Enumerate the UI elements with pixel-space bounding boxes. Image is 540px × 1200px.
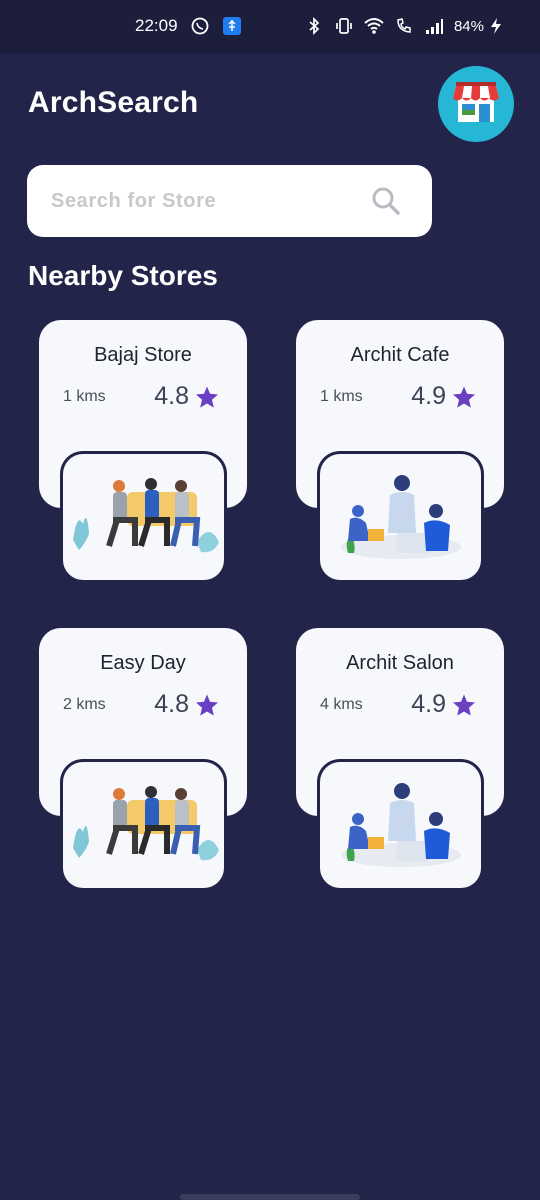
battery-percent: 84% (453, 17, 484, 35)
storefront-icon (453, 80, 499, 129)
store-avatar-button[interactable] (438, 66, 514, 142)
app-title: ArchSearch (28, 86, 199, 119)
search-input[interactable] (51, 181, 351, 221)
team-meeting-illustration (320, 454, 481, 580)
rating-value: 4.8 (154, 690, 189, 718)
status-right: 84% (304, 16, 506, 36)
wifi-calling-icon (394, 16, 414, 36)
store-name: Bajaj Store (94, 344, 192, 366)
section-title: Nearby Stores (28, 260, 218, 291)
people-sitting-illustration (63, 762, 224, 888)
store-rating: 4.8 (154, 690, 219, 719)
rating-value: 4.8 (154, 382, 189, 410)
store-name: Archit Salon (346, 652, 454, 674)
bluetooth-icon (304, 16, 324, 36)
store-distance: 2 kms (63, 696, 106, 713)
store-distance: 4 kms (320, 696, 363, 713)
team-meeting-illustration (320, 762, 481, 888)
status-bar: 22:09 84% (0, 0, 540, 54)
star-icon (196, 386, 218, 408)
wifi-icon (364, 16, 384, 36)
store-name: Archit Cafe (350, 344, 450, 366)
status-left: 22:09 (135, 16, 242, 36)
usb-icon (222, 16, 242, 36)
store-rating: 4.9 (411, 690, 476, 719)
whatsapp-icon (190, 16, 210, 36)
vibrate-icon (334, 16, 354, 36)
people-sitting-illustration (63, 454, 224, 580)
search-bar[interactable] (27, 165, 432, 237)
status-time: 22:09 (135, 16, 178, 35)
charging-icon (486, 16, 506, 36)
signal-icon (424, 16, 444, 36)
rating-value: 4.9 (411, 690, 446, 718)
search-icon[interactable] (370, 185, 402, 217)
rating-value: 4.9 (411, 382, 446, 410)
store-rating: 4.8 (154, 382, 219, 411)
store-rating: 4.9 (411, 382, 476, 411)
star-icon (453, 694, 475, 716)
star-icon (453, 386, 475, 408)
home-indicator[interactable] (180, 1194, 360, 1200)
store-distance: 1 kms (63, 388, 106, 405)
store-name: Easy Day (100, 652, 186, 674)
star-icon (196, 694, 218, 716)
store-distance: 1 kms (320, 388, 363, 405)
